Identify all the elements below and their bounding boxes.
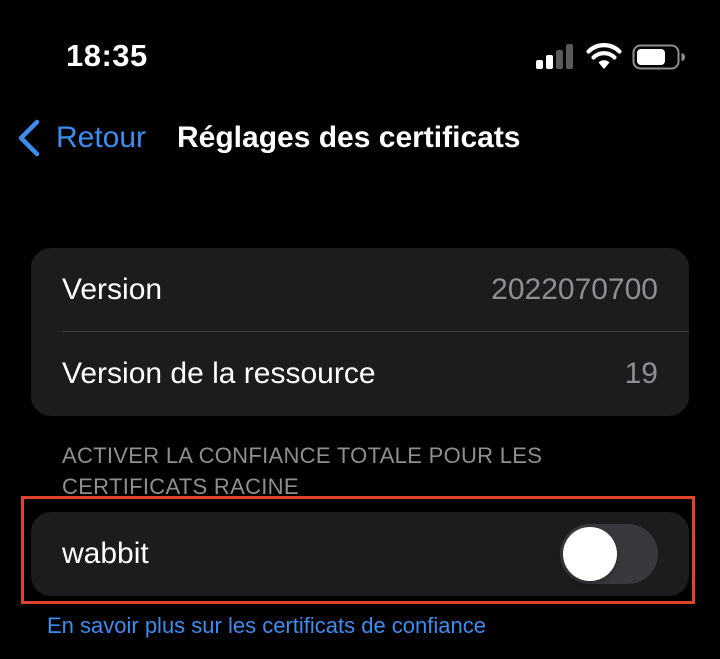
section-header: ACTIVER LA CONFIANCE TOTALE POUR LES CER… xyxy=(62,443,543,499)
version-value: 2022070700 xyxy=(491,273,658,306)
back-button[interactable]: Retour xyxy=(16,118,146,158)
wifi-icon xyxy=(586,43,622,69)
chevron-left-icon xyxy=(18,119,40,157)
certificate-trust-row: wabbit xyxy=(31,512,689,596)
signal-icon xyxy=(536,44,573,69)
version-row: Version 2022070700 xyxy=(31,248,689,332)
certificate-name-label: wabbit xyxy=(62,537,149,570)
trust-toggle-switch[interactable] xyxy=(560,524,658,584)
learn-more-link[interactable]: En savoir plus sur les certificats de co… xyxy=(47,611,486,641)
trust-toggle-group: wabbit xyxy=(31,512,689,596)
resource-version-row: Version de la ressource 19 xyxy=(31,332,689,416)
status-time: 18:35 xyxy=(66,38,148,73)
battery-icon xyxy=(632,44,685,70)
resource-version-label: Version de la ressource xyxy=(62,357,376,390)
resource-version-value: 19 xyxy=(624,357,658,390)
back-label: Retour xyxy=(56,121,147,154)
version-label: Version xyxy=(62,273,163,306)
version-info-group: Version 2022070700 Version de la ressour… xyxy=(31,248,689,416)
toggle-knob xyxy=(563,527,617,581)
page-title: Réglages des certificats xyxy=(177,121,521,154)
